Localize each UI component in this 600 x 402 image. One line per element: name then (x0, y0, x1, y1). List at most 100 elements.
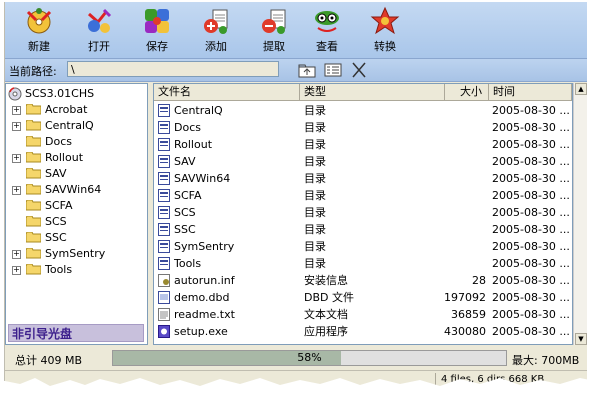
file-type: 目录 (304, 155, 326, 168)
file-type: 目录 (304, 172, 326, 185)
file-type: 目录 (304, 104, 326, 117)
tree-item-label: SymSentry (45, 247, 106, 260)
file-row[interactable]: SCS 目录 2005-08-30 ... (154, 204, 572, 221)
convert-button[interactable]: 转换 (359, 4, 411, 56)
scroll-down-icon[interactable]: ▼ (575, 333, 587, 345)
extract-icon (262, 9, 286, 34)
directory-icon (158, 189, 170, 202)
delete-icon[interactable] (349, 61, 369, 79)
column-header-time[interactable]: 时间 (489, 84, 572, 100)
file-icon (158, 291, 170, 304)
file-size: 28 (472, 274, 486, 287)
file-name: Docs (174, 121, 201, 134)
add-button[interactable]: 添加 (190, 4, 242, 56)
application-icon (158, 325, 170, 338)
file-row[interactable]: Tools 目录 2005-08-30 ... (154, 255, 572, 272)
file-row[interactable]: SSC 目录 2005-08-30 ... (154, 221, 572, 238)
save-button[interactable]: 保存 (131, 4, 183, 56)
new-button[interactable]: 新建 (13, 4, 65, 56)
file-row[interactable]: readme.txt 文本文档 36859 2005-08-30 ... (154, 306, 572, 323)
folder-icon (25, 135, 42, 147)
open-button[interactable]: 打开 (73, 4, 125, 56)
column-header-size[interactable]: 大小 (445, 84, 489, 100)
file-time: 2005-08-30 ... (492, 155, 570, 168)
vertical-scrollbar[interactable]: ▲ ▼ (573, 83, 587, 345)
tree-item-label: Docs (45, 135, 72, 148)
tree-item-label: SAV (45, 167, 67, 180)
expand-icon[interactable]: + (12, 122, 21, 131)
expand-icon[interactable]: + (12, 154, 21, 163)
expand-icon[interactable]: + (12, 106, 21, 115)
file-row[interactable]: setup.exe 应用程序 430080 2005-08-30 ... (154, 323, 572, 340)
file-row[interactable]: demo.dbd DBD 文件 197092 2005-08-30 ... (154, 289, 572, 306)
path-input[interactable]: \ (67, 61, 279, 77)
file-name: SAVWin64 (174, 172, 231, 185)
extract-button[interactable]: 提取 (248, 4, 300, 56)
tree-root-label: SCS3.01CHS (25, 87, 95, 100)
file-time: 2005-08-30 ... (492, 274, 570, 287)
file-row[interactable]: SCFA 目录 2005-08-30 ... (154, 187, 572, 204)
file-type: DBD 文件 (304, 291, 354, 304)
tree-item-label: Acrobat (45, 103, 88, 116)
folder-icon (25, 231, 42, 243)
torn-edge (0, 378, 600, 402)
save-icon (145, 9, 169, 33)
directory-icon (158, 257, 170, 270)
column-header-name[interactable]: 文件名 (154, 84, 300, 100)
file-row[interactable]: CentralQ 目录 2005-08-30 ... (154, 102, 572, 119)
view-button[interactable]: 查看 (301, 4, 353, 56)
file-type: 目录 (304, 189, 326, 202)
column-header-type[interactable]: 类型 (300, 84, 445, 100)
file-row[interactable]: SAVWin64 目录 2005-08-30 ... (154, 170, 572, 187)
file-time: 2005-08-30 ... (492, 138, 570, 151)
directory-icon (158, 206, 170, 219)
tree-item-label: SAVWin64 (45, 183, 102, 196)
file-time: 2005-08-30 ... (492, 104, 570, 117)
expand-icon[interactable]: + (12, 186, 21, 195)
file-list: 文件名 类型 大小 时间 CentralQ 目录 2005-08-30 ... Doc… (153, 83, 573, 345)
text-file-icon (158, 308, 170, 321)
directory-icon (158, 155, 170, 168)
disc-type-label: 非引导光盘 (8, 324, 144, 342)
file-type: 应用程序 (304, 325, 348, 338)
folder-icon (25, 247, 42, 259)
file-time: 2005-08-30 ... (492, 240, 570, 253)
file-name: SymSentry (174, 240, 235, 253)
new-disc-icon (26, 8, 52, 34)
file-type: 目录 (304, 138, 326, 151)
file-name: CentralQ (174, 104, 223, 117)
tree-item-label: Rollout (45, 151, 84, 164)
expand-icon[interactable]: + (12, 250, 21, 259)
file-row[interactable]: autorun.inf 安装信息 28 2005-08-30 ... (154, 272, 572, 289)
folder-icon (25, 263, 42, 275)
file-name: setup.exe (174, 325, 228, 338)
directory-icon (158, 172, 170, 185)
convert-icon (370, 6, 400, 35)
file-row[interactable]: Rollout 目录 2005-08-30 ... (154, 136, 572, 153)
file-row[interactable]: Docs 目录 2005-08-30 ... (154, 119, 572, 136)
path-label: 当前路径: (9, 65, 57, 78)
add-button-label: 添加 (205, 40, 227, 53)
settings-file-icon (158, 274, 170, 287)
directory-icon (158, 138, 170, 151)
folder-icon (25, 199, 42, 211)
tree-item-label: SCFA (45, 199, 73, 212)
up-folder-icon[interactable] (297, 61, 317, 79)
capacity-bar: 总计 409 MB 58% 最大: 700MB (5, 348, 587, 368)
scroll-up-icon[interactable]: ▲ (575, 83, 587, 95)
open-icon (88, 8, 112, 33)
file-row[interactable]: SymSentry 目录 2005-08-30 ... (154, 238, 572, 255)
file-row[interactable]: SAV 目录 2005-08-30 ... (154, 153, 572, 170)
tree-item-label: SSC (45, 231, 67, 244)
expand-icon[interactable]: + (12, 266, 21, 275)
file-name: SAV (174, 155, 196, 168)
view-button-label: 查看 (316, 40, 338, 53)
file-time: 2005-08-30 ... (492, 291, 570, 304)
capacity-percent: 58% (297, 351, 322, 364)
capacity-progress: 58% (112, 350, 507, 366)
file-type: 目录 (304, 121, 326, 134)
file-size: 197092 (444, 291, 486, 304)
file-type: 文本文档 (304, 308, 348, 321)
details-view-icon[interactable] (323, 61, 343, 79)
file-size: 430080 (444, 325, 486, 338)
